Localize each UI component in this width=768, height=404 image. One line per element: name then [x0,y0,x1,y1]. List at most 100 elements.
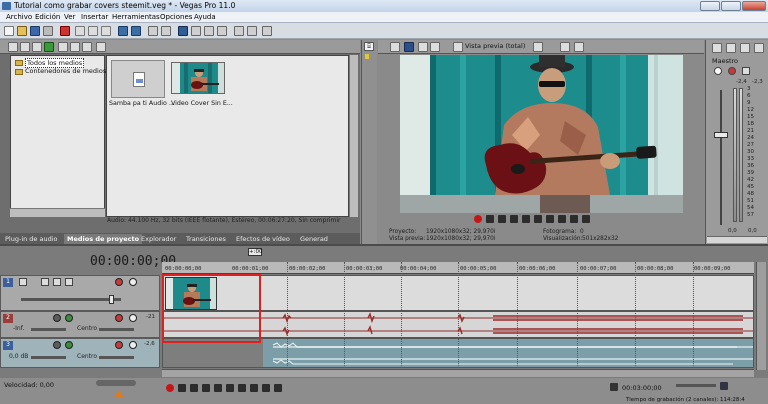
start-button-icon[interactable] [238,384,246,392]
tab-media-generators[interactable]: Generad [297,234,331,244]
tab-audio-plugins[interactable]: Plug-in de audio [2,234,61,244]
snap-icon[interactable] [148,26,158,36]
master-fader-thumb[interactable] [714,132,728,138]
track-arm-record-icon[interactable] [53,314,61,322]
track-level-slider[interactable] [21,298,121,301]
master-fx-icon[interactable] [726,43,736,53]
tree-horizontal-scrollbar[interactable] [10,208,105,217]
save-icon[interactable] [30,26,40,36]
stop-button-icon[interactable] [226,384,234,392]
track-level-thumb[interactable] [109,295,114,304]
split-screen-icon[interactable] [430,42,440,52]
track-mute-icon[interactable] [115,341,123,349]
master-meter-options-icon[interactable] [742,67,750,75]
zoom-slider[interactable] [676,384,716,387]
record-icon[interactable] [474,215,482,223]
pause-icon[interactable] [522,215,530,223]
track-header-audio-2[interactable]: 3 0,0 dB Centro -2,6 [0,338,160,368]
refresh-icon[interactable] [44,42,54,52]
track-volume-slider[interactable] [31,356,66,359]
preview-quality-select[interactable]: Vista previa (total) [465,42,525,50]
track-header-video[interactable]: 1 [0,275,160,311]
paste-icon[interactable] [101,26,111,36]
zoom-icon[interactable] [720,382,728,390]
master-horizontal-scrollbar[interactable] [707,236,767,243]
media-fx-icon[interactable] [70,42,80,52]
preview-properties-icon[interactable] [390,42,400,52]
master-mute-icon[interactable] [728,67,736,75]
media-properties-icon[interactable] [82,42,92,52]
playback-rate-slider[interactable] [96,380,136,386]
track-solo-icon[interactable] [129,278,137,286]
track-composite-icon[interactable] [65,278,73,286]
tab-explorer[interactable]: Explorador [138,234,179,244]
track-expand-icon[interactable] [19,278,27,286]
help-icon[interactable] [262,26,272,36]
selection-tool-icon[interactable] [204,26,214,36]
next-frame-button-icon[interactable] [274,384,282,392]
external-monitor-icon[interactable] [404,42,414,52]
go-to-start-icon[interactable] [546,215,554,223]
track-pan-slider[interactable] [99,356,134,359]
go-to-end-icon[interactable] [558,215,566,223]
track-volume-slider[interactable] [31,328,66,331]
stop-icon[interactable] [534,215,542,223]
track-pan-slider[interactable] [99,328,134,331]
cut-icon[interactable] [75,26,85,36]
save-snapshot-icon[interactable] [574,42,584,52]
track-solo-icon[interactable] [129,341,137,349]
menu-ayuda[interactable]: Ayuda [194,13,216,21]
next-frame-icon[interactable] [582,215,590,223]
tab-video-fx[interactable]: Efectos de vídeo [233,234,293,244]
pause-button-icon[interactable] [214,384,222,392]
menu-archivo[interactable]: Archivo [6,13,32,21]
auto-ripple-icon[interactable] [161,26,171,36]
new-icon[interactable] [4,26,14,36]
minimize-button[interactable] [700,1,720,11]
track-mute-icon[interactable] [115,314,123,322]
track-arm-record-icon[interactable] [53,341,61,349]
tab-transitions[interactable]: Transiciones [183,234,229,244]
timeline-vertical-scrollbar[interactable] [756,262,766,370]
tab-project-media[interactable]: Medios de proyecto [64,234,143,244]
ignore-grouping-icon[interactable] [247,26,257,36]
track-solo-icon[interactable] [129,314,137,322]
tree-node-media-bins[interactable]: Contenedores de medios [25,67,106,75]
track-fx-icon[interactable] [53,278,61,286]
downmix-icon[interactable] [740,43,750,53]
loop-button-icon[interactable] [178,384,186,392]
track-header-audio-1[interactable]: 2 -Inf. Centro -21 [0,311,160,338]
close-button[interactable] [742,1,766,11]
redo-icon[interactable] [131,26,141,36]
maximize-button[interactable] [721,1,741,11]
menu-opciones[interactable]: Opciones [160,13,192,21]
copy-snapshot-icon[interactable] [560,42,570,52]
zoom-tool-icon[interactable] [217,26,227,36]
views-icon[interactable] [96,42,106,52]
normal-edit-tool-icon[interactable] [178,26,188,36]
track-motion-icon[interactable] [41,278,49,286]
play-from-start-button-icon[interactable] [190,384,198,392]
master-properties-icon[interactable] [712,43,722,53]
video-fx-icon[interactable] [418,42,428,52]
end-button-icon[interactable] [250,384,258,392]
preview-quality-icon[interactable] [453,42,463,52]
play-from-start-icon[interactable] [498,215,506,223]
render-icon[interactable] [60,26,70,36]
import-media-icon[interactable] [8,42,18,52]
capture-video-icon[interactable] [20,42,30,52]
menu-insertar[interactable]: Insertar [81,13,108,21]
master-fx-toggle-icon[interactable] [714,67,722,75]
prev-frame-icon[interactable] [570,215,578,223]
prev-frame-button-icon[interactable] [262,384,270,392]
properties-icon[interactable] [43,26,53,36]
dim-output-icon[interactable] [754,43,764,53]
record-button-icon[interactable] [166,384,174,392]
trimmer-icon[interactable]: ⌸ [364,42,374,51]
overlays-icon[interactable] [533,42,543,52]
menu-ver[interactable]: Ver [64,13,75,21]
get-media-icon[interactable] [32,42,42,52]
media-vertical-scrollbar[interactable] [349,55,358,217]
remove-media-icon[interactable] [58,42,68,52]
media-item-video[interactable] [171,62,225,94]
